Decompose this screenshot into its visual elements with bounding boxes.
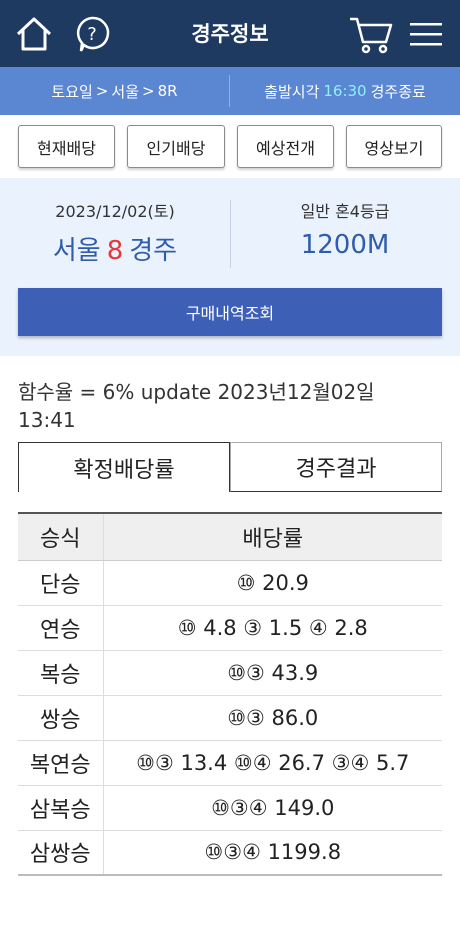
race-distance: 1200M (300, 230, 390, 260)
tab-confirmed-odds[interactable]: 확정배당률 (18, 442, 230, 492)
race-info-panel: 2023/12/02(토) 서울 8 경주 일반 혼4등급 1200M 구매내역조회 (0, 178, 460, 356)
odds-value: ⑩③ 43.9 (103, 650, 442, 696)
race-grade-block: 일반 혼4등급 1200M (230, 198, 460, 260)
action-buttons-row: 현재배당 인기배당 예상전개 영상보기 (0, 115, 460, 178)
chevron-right-icon: > (142, 82, 155, 100)
start-time: 16:30 (323, 82, 367, 100)
popular-odds-button[interactable]: 인기배당 (127, 125, 225, 168)
odds-value: ⑩③ 13.4 ⑩④ 26.7 ③④ 5.7 (103, 740, 442, 786)
race-number: 8 (106, 236, 124, 266)
bet-type: 삼복승 (18, 785, 104, 831)
race-status: 경주종료 (370, 82, 426, 101)
breadcrumb-path: 토요일 > 서울 > 8R (0, 67, 229, 115)
race-name: 서울 8 경주 (0, 230, 230, 267)
odds-table: 승식 배당률 단승 ⑩ 20.9 연승 ⑩ 4.8 ③ 1.5 ④ 2.8 복승… (18, 512, 442, 876)
prediction-button[interactable]: 예상전개 (237, 125, 334, 168)
tab-race-result[interactable]: 경주결과 (230, 442, 442, 492)
breadcrumb-day: 토요일 (51, 82, 93, 101)
refund-rate-text: 함수율 = 6% update 2023년12월02일 13:41 (18, 380, 375, 432)
video-button[interactable]: 영상보기 (346, 125, 442, 168)
odds-value: ⑩ 20.9 (103, 560, 442, 606)
bet-type: 복승 (18, 650, 104, 696)
table-row: 단승 ⑩ 20.9 (18, 560, 442, 606)
bet-type: 삼쌍승 (18, 830, 104, 876)
odds-value: ⑩③④ 149.0 (103, 785, 442, 831)
chevron-right-icon: > (95, 82, 109, 100)
race-date: 2023/12/02(토) (55, 202, 175, 221)
race-grade: 일반 혼4등급 (300, 202, 390, 221)
breadcrumb: 토요일 > 서울 > 8R 출발시각 16:30 경주종료 (0, 67, 460, 115)
bet-type: 복연승 (18, 740, 104, 786)
table-header-row: 승식 배당률 (18, 512, 442, 561)
table-row: 복연승 ⑩③ 13.4 ⑩④ 26.7 ③④ 5.7 (18, 740, 442, 786)
breadcrumb-race: 8R (157, 82, 178, 100)
top-bar: ? 경주정보 (0, 0, 460, 67)
start-label: 출발시각 (264, 82, 320, 101)
table-row: 쌍승 ⑩③ 86.0 (18, 695, 442, 741)
bet-type: 연승 (18, 605, 104, 651)
bet-type: 쌍승 (18, 695, 104, 741)
cart-icon[interactable] (346, 10, 396, 58)
race-place: 서울 (52, 236, 101, 266)
odds-value: ⑩ 4.8 ③ 1.5 ④ 2.8 (103, 605, 442, 651)
odds-value: ⑩③ 86.0 (103, 695, 442, 741)
column-header-odds: 배당률 (103, 512, 442, 561)
menu-icon[interactable] (406, 10, 446, 58)
table-row: 삼쌍승 ⑩③④ 1199.8 (18, 830, 442, 876)
bet-type: 단승 (18, 560, 104, 606)
table-row: 연승 ⑩ 4.8 ③ 1.5 ④ 2.8 (18, 605, 442, 651)
race-word: 경주 (129, 236, 178, 266)
race-date-block: 2023/12/02(토) 서울 8 경주 (0, 198, 230, 267)
purchase-history-button[interactable]: 구매내역조회 (18, 288, 442, 336)
current-odds-button[interactable]: 현재배당 (18, 125, 115, 168)
column-header-type: 승식 (18, 512, 104, 561)
breadcrumb-place: 서울 (111, 82, 140, 101)
start-time-info: 출발시각 16:30 경주종료 (230, 67, 460, 115)
odds-value: ⑩③④ 1199.8 (103, 830, 442, 876)
table-row: 삼복승 ⑩③④ 149.0 (18, 785, 442, 831)
table-row: 복승 ⑩③ 43.9 (18, 650, 442, 696)
